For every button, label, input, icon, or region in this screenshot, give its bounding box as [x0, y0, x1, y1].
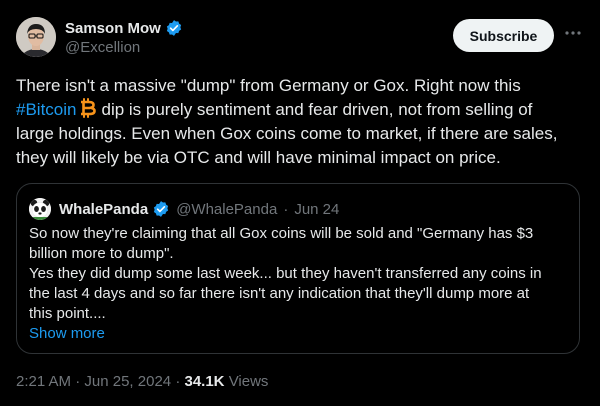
quote-line-2: billion more to dump". [29, 245, 174, 262]
quoted-date-separator: · [283, 200, 289, 218]
quoted-tweet-date[interactable]: Jun 24 [294, 201, 339, 218]
views-count: 34.1K [184, 373, 225, 390]
quote-line-1: So now they're claiming that all Gox coi… [29, 225, 534, 242]
author-avatar[interactable] [16, 17, 56, 57]
tweet-text: There isn't a massive "dump" from German… [16, 74, 586, 170]
tweet-line-1: There isn't a massive "dump" from German… [16, 76, 521, 95]
author-block: Samson Mow @Excellion [65, 18, 183, 56]
tweet: Samson Mow @Excellion Subscribe There is… [0, 0, 600, 406]
quoted-tweet[interactable]: WhalePanda @WhalePanda · Jun 24 So now t… [16, 183, 580, 354]
quoted-author-avatar[interactable] [29, 198, 51, 220]
tweet-line-2-text: dip is purely sentiment and fear driven,… [101, 100, 533, 119]
tweet-time[interactable]: 2:21 AM [16, 373, 71, 390]
quote-line-5: this point.... [29, 305, 106, 322]
tweet-line-4: they will likely be via OTC and will hav… [16, 148, 501, 167]
quoted-tweet-text: So now they're claiming that all Gox coi… [29, 224, 569, 344]
author-handle[interactable]: @Excellion [65, 39, 183, 56]
bitcoin-icon [79, 98, 97, 118]
meta-separator-1: · [75, 373, 81, 390]
bitcoin-hashtag-link[interactable]: #Bitcoin [16, 100, 76, 119]
quote-line-4: the last 4 days and so far there isn't a… [29, 285, 530, 302]
ellipsis-icon[interactable] [562, 22, 584, 44]
tweet-date[interactable]: Jun 25, 2024 [84, 373, 171, 390]
verified-badge-icon [165, 19, 183, 37]
quoted-tweet-header: WhalePanda @WhalePanda · Jun 24 [29, 198, 339, 220]
verified-badge-icon [152, 200, 170, 218]
tweet-line-3: large holdings. Even when Gox coins come… [16, 124, 558, 143]
tweet-line-2: #Bitcoin dip is purely sentiment and fear… [16, 98, 586, 122]
quoted-author-handle[interactable]: @WhalePanda [176, 201, 277, 218]
quoted-author-name[interactable]: WhalePanda [59, 201, 148, 218]
quote-line-3: Yes they did dump some last week... but … [29, 265, 542, 282]
meta-separator-2: · [175, 373, 181, 390]
show-more-link[interactable]: Show more [29, 324, 569, 344]
tweet-metadata: 2:21 AM · Jun 25, 2024 · 34.1K Views [16, 373, 268, 390]
subscribe-button[interactable]: Subscribe [453, 19, 554, 52]
author-name[interactable]: Samson Mow [65, 20, 161, 37]
views-label: Views [228, 373, 269, 390]
